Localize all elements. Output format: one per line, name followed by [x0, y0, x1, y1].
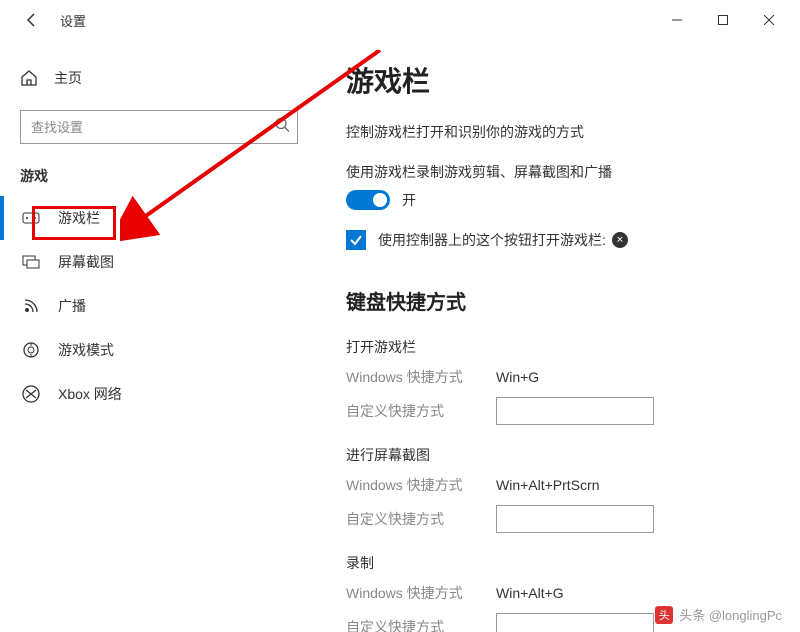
toggle-description: 使用游戏栏录制游戏剪辑、屏幕截图和广播 — [346, 162, 770, 182]
nav-label: Xbox 网络 — [58, 384, 122, 404]
custom-shortcut-input[interactable] — [496, 613, 654, 632]
xbox-button-icon — [612, 232, 628, 248]
custom-shortcut-label: 自定义快捷方式 — [346, 617, 496, 632]
close-button[interactable] — [746, 4, 792, 36]
nav-item-xbox-network[interactable]: Xbox 网络 — [0, 372, 320, 416]
maximize-button[interactable] — [700, 4, 746, 36]
home-icon — [20, 69, 38, 87]
checkbox-label: 使用控制器上的这个按钮打开游戏栏: — [378, 230, 628, 250]
win-shortcut-value: Win+Alt+PrtScrn — [496, 477, 599, 493]
arrow-left-icon — [24, 12, 40, 28]
nav-item-game-mode[interactable]: 游戏模式 — [0, 328, 320, 372]
minimize-button[interactable] — [654, 4, 700, 36]
window-title: 设置 — [60, 11, 86, 30]
shortcuts-heading: 键盘快捷方式 — [346, 286, 770, 315]
toggle-label: 开 — [402, 190, 416, 210]
custom-shortcut-input[interactable] — [496, 397, 654, 425]
nav-item-broadcast[interactable]: 广播 — [0, 284, 320, 328]
broadcast-icon — [22, 297, 40, 315]
win-shortcut-value: Win+G — [496, 369, 539, 385]
page-heading: 游戏栏 — [346, 60, 770, 100]
check-icon — [349, 233, 363, 247]
game-bar-toggle[interactable] — [346, 190, 390, 210]
watermark-icon: 头 — [655, 606, 673, 624]
group-title: 进行屏幕截图 — [346, 445, 770, 465]
group-title: 录制 — [346, 553, 770, 573]
game-bar-icon — [22, 209, 40, 227]
search-icon — [274, 117, 290, 138]
nav-label: 屏幕截图 — [58, 252, 114, 272]
minimize-icon — [672, 15, 682, 25]
win-shortcut-value: Win+Alt+G — [496, 585, 564, 601]
shortcut-group-screenshot: 进行屏幕截图 Windows 快捷方式 Win+Alt+PrtScrn 自定义快… — [346, 445, 770, 533]
maximize-icon — [718, 15, 728, 25]
watermark: 头 头条 @longlingPc — [655, 605, 782, 624]
back-button[interactable] — [20, 8, 44, 32]
search-input[interactable] — [20, 110, 298, 144]
game-mode-icon — [22, 341, 40, 359]
selected-indicator — [0, 196, 4, 240]
win-shortcut-label: Windows 快捷方式 — [346, 475, 496, 495]
home-label: 主页 — [54, 68, 82, 88]
nav-item-captures[interactable]: 屏幕截图 — [0, 240, 320, 284]
main-content: 游戏栏 控制游戏栏打开和识别你的游戏的方式 使用游戏栏录制游戏剪辑、屏幕截图和广… — [320, 40, 800, 632]
page-description: 控制游戏栏打开和识别你的游戏的方式 — [346, 122, 770, 142]
controller-checkbox[interactable] — [346, 230, 366, 250]
win-shortcut-label: Windows 快捷方式 — [346, 367, 496, 387]
section-header: 游戏 — [0, 144, 320, 196]
captures-icon — [22, 253, 40, 271]
close-icon — [764, 15, 774, 25]
custom-shortcut-input[interactable] — [496, 505, 654, 533]
sidebar: 主页 游戏 游戏栏 屏幕截图 广播 游戏模式 Xbox 网络 — [0, 40, 320, 632]
shortcut-group-open: 打开游戏栏 Windows 快捷方式 Win+G 自定义快捷方式 — [346, 337, 770, 425]
nav-label: 游戏模式 — [58, 340, 114, 360]
home-link[interactable]: 主页 — [0, 60, 320, 96]
custom-shortcut-label: 自定义快捷方式 — [346, 401, 496, 421]
win-shortcut-label: Windows 快捷方式 — [346, 583, 496, 603]
nav-item-game-bar[interactable]: 游戏栏 — [0, 196, 320, 240]
custom-shortcut-label: 自定义快捷方式 — [346, 509, 496, 529]
nav-label: 广播 — [58, 296, 86, 316]
group-title: 打开游戏栏 — [346, 337, 770, 357]
nav-label: 游戏栏 — [58, 208, 100, 228]
xbox-icon — [22, 385, 40, 403]
